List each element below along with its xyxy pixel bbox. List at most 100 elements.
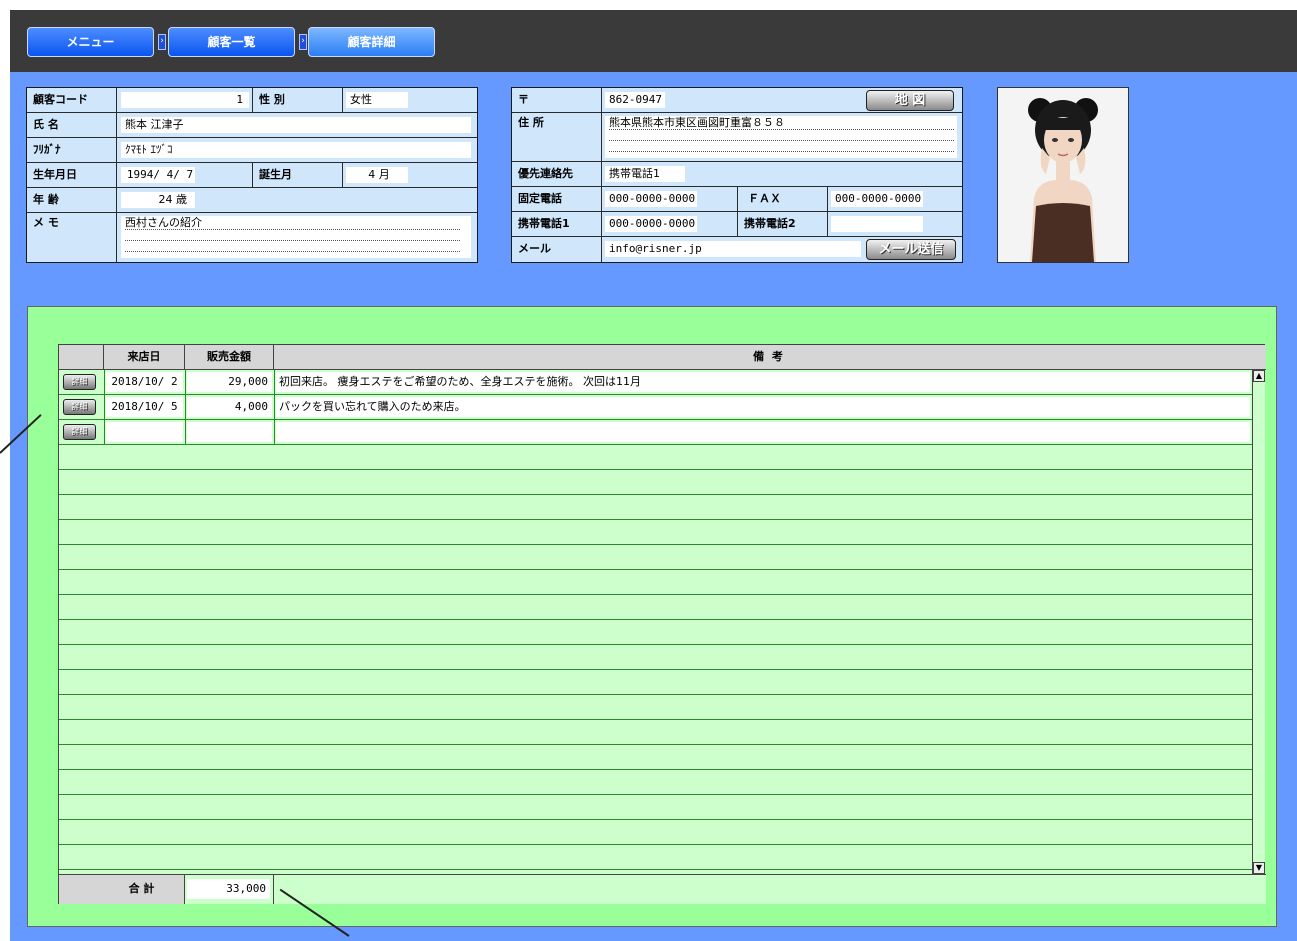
visit-date-cell[interactable] [106, 422, 183, 442]
phone-field[interactable]: 000-0000-0000 [605, 191, 697, 207]
mobile-row: 携帯電話1 000-0000-0000 携帯電話2 [512, 212, 962, 237]
visit-date-cell[interactable]: 2018/10/ 2 [106, 372, 183, 392]
breadcrumb-customer-detail[interactable]: 顧客詳細 [308, 27, 435, 57]
birthdate-field[interactable]: 1994/ 4/ 7 [121, 167, 195, 183]
fax-field[interactable]: 000-0000-0000 [831, 191, 923, 207]
mobile2-field[interactable] [831, 216, 923, 232]
customer-code-label: 顧客コード [27, 88, 117, 112]
header-blank [59, 345, 104, 370]
empty-row [59, 845, 1252, 870]
empty-row [59, 720, 1252, 745]
age-row: 年 齢 24 歳 [27, 188, 477, 213]
empty-row [59, 545, 1252, 570]
table-row: 詳細 2018/10/ 2 29,000 初回来店。 痩身エステをご希望のため、全身エ… [59, 370, 1252, 395]
empty-row [59, 620, 1252, 645]
detail-button[interactable]: 詳細 [63, 424, 96, 440]
customer-info-panel: 顧客コード 1 性 別 女性 氏 名 熊本 江津子 ﾌﾘｶﾞﾅ ｸﾏﾓﾄ ｴﾂﾞ… [26, 87, 478, 263]
birthdate-label: 生年月日 [27, 163, 117, 187]
total-amount: 33,000 [187, 879, 270, 899]
name-label: 氏 名 [27, 113, 117, 137]
empty-row [59, 645, 1252, 670]
empty-row [59, 445, 1252, 470]
header-remarks: 備 考 [753, 350, 785, 363]
gender-field[interactable]: 女性 [346, 92, 408, 108]
table-header: 来店日 販売金額 備 考 [59, 345, 1266, 370]
portrait-image [998, 88, 1128, 262]
contact-info-panel: 〒 862-0947 地 図 住 所 熊本県熊本市東区画図町重富８５８ 優先連絡… [511, 87, 963, 263]
address-field[interactable]: 熊本県熊本市東区画図町重富８５８ [605, 116, 957, 158]
mail-field[interactable]: info@risner.jp [605, 241, 861, 257]
priority-row: 優先連絡先 携帯電話1 [512, 162, 962, 187]
customer-code-field[interactable]: 1 [121, 92, 249, 108]
birth-month-field[interactable]: 4 月 [346, 167, 408, 183]
kana-field[interactable]: ｸﾏﾓﾄ ｴﾂﾞｺ [121, 142, 471, 158]
map-button[interactable]: 地 図 [866, 90, 954, 111]
memo-field[interactable]: 西村さんの紹介 [121, 216, 471, 258]
detail-button[interactable]: 詳細 [63, 374, 96, 390]
vertical-scrollbar[interactable]: ▲ ▼ [1252, 370, 1265, 874]
table-row: 詳細 2018/10/ 5 4,000 パックを買い忘れて購入のため来店。 [59, 395, 1252, 420]
chevron-right-icon: › [158, 34, 166, 50]
table-row: 詳細 [59, 420, 1252, 445]
scroll-down-arrow-icon[interactable]: ▼ [1253, 862, 1265, 874]
total-label: 合 計 [59, 875, 185, 904]
phone-label: 固定電話 [512, 187, 602, 211]
detail-button[interactable]: 詳細 [63, 399, 96, 415]
empty-row [59, 795, 1252, 820]
header-sales-amount: 販売金額 [185, 345, 274, 370]
memo-label: メ モ [27, 213, 117, 262]
breadcrumb-customer-list[interactable]: 顧客一覧 [168, 27, 295, 57]
mail-label: メール [512, 237, 602, 262]
empty-row [59, 595, 1252, 620]
remarks-cell[interactable]: パックを買い忘れて購入のため来店。 [276, 397, 1250, 417]
phone-row: 固定電話 000-0000-0000 ＦＡＸ 000-0000-0000 [512, 187, 962, 212]
age-label: 年 齢 [27, 188, 117, 212]
empty-row [59, 820, 1252, 845]
kana-row: ﾌﾘｶﾞﾅ ｸﾏﾓﾄ ｴﾂﾞｺ [27, 138, 477, 163]
top-navigation-bar: メニュー › 顧客一覧 › 顧客詳細 [10, 10, 1297, 72]
gender-label: 性 別 [253, 88, 343, 112]
scroll-up-arrow-icon[interactable]: ▲ [1253, 370, 1265, 382]
kana-label: ﾌﾘｶﾞﾅ [27, 138, 117, 162]
memo-text: 西村さんの紹介 [125, 216, 460, 230]
memo-row: メ モ 西村さんの紹介 [27, 213, 477, 262]
age-field[interactable]: 24 歳 [121, 192, 195, 208]
visit-history-area: 来店日 販売金額 備 考 詳細 2018/10/ 2 29,000 初回来店。 痩身エ… [27, 306, 1277, 927]
empty-row [59, 495, 1252, 520]
address-text: 熊本県熊本市東区画図町重富８５８ [609, 116, 954, 130]
birth-month-label: 誕生月 [253, 163, 343, 187]
app-window: メニュー › 顧客一覧 › 顧客詳細 顧客コード 1 性 別 女性 氏 名 熊本… [10, 10, 1297, 941]
visit-history-table: 来店日 販売金額 備 考 詳細 2018/10/ 2 29,000 初回来店。 痩身エ… [58, 344, 1266, 904]
send-mail-button[interactable]: メール送信 [866, 239, 956, 260]
address-row: 住 所 熊本県熊本市東区画図町重富８５８ [512, 113, 962, 162]
fax-label: ＦＡＸ [738, 187, 828, 211]
mail-row: メール info@risner.jp メール送信 [512, 237, 962, 262]
empty-row [59, 470, 1252, 495]
sales-amount-cell[interactable]: 29,000 [187, 372, 272, 392]
visit-date-cell[interactable]: 2018/10/ 5 [106, 397, 183, 417]
sales-amount-cell[interactable]: 4,000 [187, 397, 272, 417]
empty-row [59, 570, 1252, 595]
priority-contact-label: 優先連絡先 [512, 162, 602, 186]
breadcrumb-menu[interactable]: メニュー [27, 27, 154, 57]
sales-amount-cell[interactable] [187, 422, 272, 442]
priority-contact-field[interactable]: 携帯電話1 [605, 166, 685, 182]
chevron-right-icon: › [299, 34, 307, 50]
customer-photo [997, 87, 1129, 263]
birthdate-row: 生年月日 1994/ 4/ 7 誕生月 4 月 [27, 163, 477, 188]
header-visit-date: 来店日 [104, 345, 185, 370]
mobile1-field[interactable]: 000-0000-0000 [605, 216, 697, 232]
empty-row [59, 670, 1252, 695]
customer-code-row: 顧客コード 1 性 別 女性 [27, 88, 477, 113]
remarks-cell[interactable] [276, 422, 1250, 442]
name-field[interactable]: 熊本 江津子 [121, 117, 471, 133]
zip-label: 〒 [512, 88, 602, 112]
remarks-cell[interactable]: 初回来店。 痩身エステをご希望のため、全身エステを施術。 次回は11月 [276, 372, 1250, 392]
zip-field[interactable]: 862-0947 [605, 92, 665, 108]
empty-row [59, 695, 1252, 720]
table-footer: 合 計 33,000 [59, 874, 1266, 904]
address-label: 住 所 [512, 113, 602, 161]
empty-row [59, 770, 1252, 795]
empty-row [59, 745, 1252, 770]
empty-row [59, 520, 1252, 545]
